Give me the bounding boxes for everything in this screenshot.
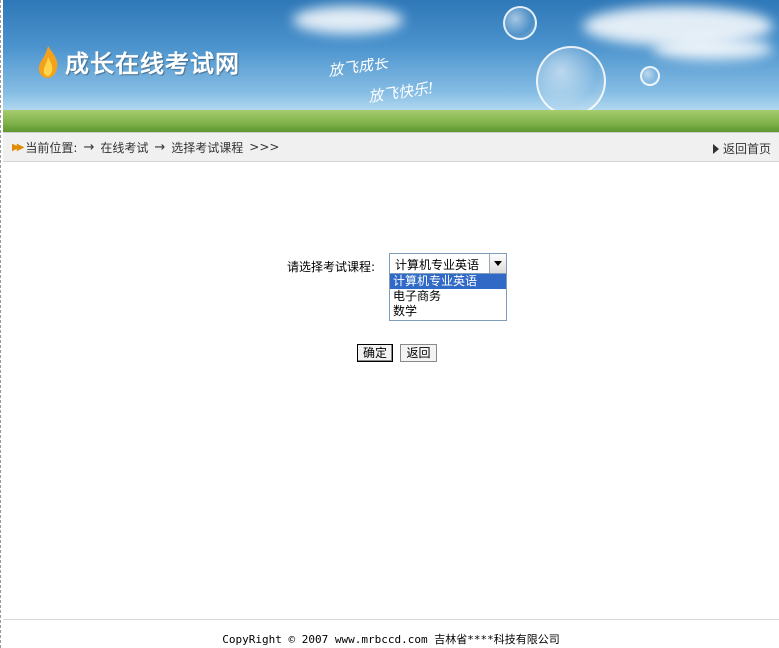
grass-strip <box>3 110 779 132</box>
course-option-ecommerce[interactable]: 电子商务 <box>390 289 506 304</box>
copyright-text: CopyRight © 2007 www.mrbccd.com 吉林省****科… <box>222 633 560 646</box>
breadcrumb-suffix: >>> <box>249 140 280 154</box>
arrow-right-icon: → <box>83 139 95 155</box>
breadcrumb: 当前位置: → 在线考试 → 选择考试课程 >>> <box>25 139 279 156</box>
cloud-shape <box>653 38 773 60</box>
breadcrumb-prefix: 当前位置: <box>25 140 78 155</box>
chevron-down-icon[interactable] <box>489 254 506 273</box>
cloud-shape <box>293 6 403 34</box>
header-banner: 成长在线考试网 放飞成长 放飞快乐! <box>3 0 779 132</box>
course-select-label: 请选择考试课程: <box>287 260 376 274</box>
course-select[interactable]: 计算机专业英语 <box>389 253 507 274</box>
slogan-line2: 放飞快乐! <box>367 79 435 106</box>
triangle-right-icon <box>712 143 719 154</box>
slogan-line1: 放飞成长 <box>327 58 390 80</box>
double-arrow-icon: ▶▶ <box>12 141 25 153</box>
logo-text: 成长在线考试网 <box>65 50 240 78</box>
back-home-link[interactable]: 返回首页 <box>712 140 771 157</box>
slogan-handwriting: 放飞成长 放飞快乐! <box>327 58 435 106</box>
confirm-button[interactable]: 确定 <box>357 344 393 362</box>
back-home-label: 返回首页 <box>722 142 771 156</box>
course-select-value: 计算机专业英语 <box>395 258 480 272</box>
site-logo: 成长在线考试网 <box>35 44 240 79</box>
bubble-shape <box>536 46 606 116</box>
bubble-shape <box>640 66 660 86</box>
footer: CopyRight © 2007 www.mrbccd.com 吉林省****科… <box>3 619 779 648</box>
course-dropdown-list: 计算机专业英语 电子商务 数学 <box>389 273 507 321</box>
back-button[interactable]: 返回 <box>400 344 437 362</box>
course-option-math[interactable]: 数学 <box>390 304 506 319</box>
breadcrumb-item-online-exam[interactable]: 在线考试 <box>100 139 148 156</box>
breadcrumb-item-select-course: 选择考试课程 <box>171 140 244 155</box>
course-option-computer-english[interactable]: 计算机专业英语 <box>390 274 506 289</box>
breadcrumb-bar: ▶▶ 当前位置: → 在线考试 → 选择考试课程 >>> 返回首页 <box>3 132 779 162</box>
bubble-shape <box>503 6 537 40</box>
flame-icon <box>38 45 58 78</box>
arrow-right-icon: → <box>154 139 166 155</box>
